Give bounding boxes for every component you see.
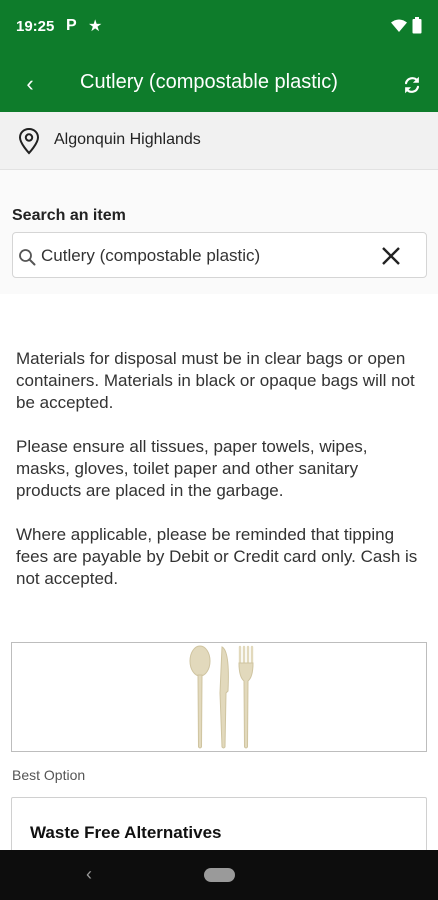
notice-paragraph: Where applicable, please be reminded tha… [16, 525, 418, 588]
location-name: Algonquin Highlands [54, 131, 201, 148]
status-time: 19:25 [16, 18, 55, 35]
refresh-icon [404, 76, 420, 94]
refresh-button[interactable] [396, 69, 428, 101]
search-icon [18, 248, 36, 271]
battery-icon [412, 17, 422, 39]
search-box[interactable] [12, 232, 427, 278]
system-nav-bar: ‹ [0, 850, 438, 900]
cutlery-image [189, 645, 254, 749]
status-bar: 19:25 P ★ [0, 0, 438, 56]
search-input[interactable] [41, 241, 371, 271]
nav-home-button[interactable] [204, 868, 235, 882]
wifi-icon [391, 19, 407, 38]
parking-notification-icon: P [66, 17, 77, 34]
card-title: Waste Free Alternatives [30, 823, 222, 842]
map-pin-icon [17, 127, 41, 160]
search-label: Search an item [12, 207, 126, 224]
back-icon: ‹ [26, 71, 34, 96]
notice-paragraph: Materials for disposal must be in clear … [16, 349, 415, 412]
star-notification-icon: ★ [88, 18, 103, 35]
app-bar: ‹ Cutlery (compostable plastic) [0, 56, 438, 112]
best-option-label: Best Option [12, 767, 86, 783]
notice-paragraph: Please ensure all tissues, paper towels,… [16, 437, 368, 500]
clear-search-button[interactable] [377, 242, 405, 270]
close-icon [382, 247, 400, 265]
back-button[interactable]: ‹ [12, 66, 48, 102]
disposal-notice: Materials for disposal must be in clear … [16, 348, 426, 612]
search-section: Search an item [0, 170, 438, 294]
location-selector[interactable]: Algonquin Highlands [0, 112, 438, 170]
page-title: Cutlery (compostable plastic) [80, 71, 338, 93]
item-image [11, 642, 427, 752]
nav-back-button[interactable]: ‹ [86, 864, 92, 885]
